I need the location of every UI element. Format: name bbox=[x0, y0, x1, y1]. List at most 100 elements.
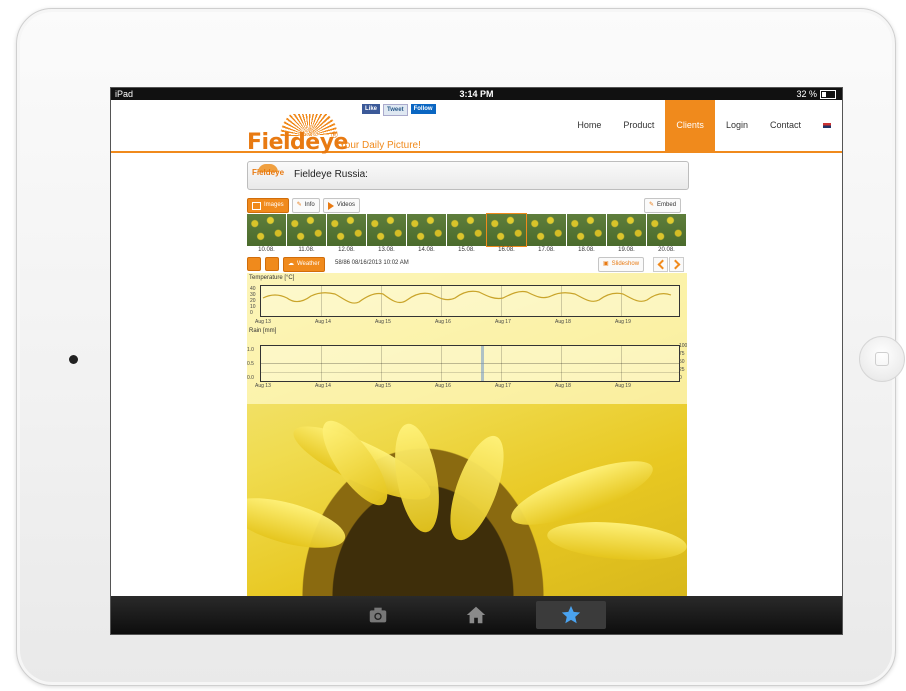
home-button[interactable] bbox=[859, 336, 905, 382]
weather-button[interactable]: ☁ Weather bbox=[283, 257, 325, 272]
rain-y-tick: 1.0 bbox=[247, 347, 254, 353]
app-tab-bar bbox=[111, 596, 842, 634]
rain-bar bbox=[481, 346, 484, 381]
page-title: Fieldeye Russia: bbox=[294, 169, 368, 180]
thumbnail[interactable] bbox=[367, 214, 406, 246]
thumbnail-dates: 10.08. 11.08. 12.08. 13.08. 14.08. 15.08… bbox=[247, 247, 686, 253]
images-icon bbox=[252, 201, 261, 210]
temp-x-tick: Aug 13 bbox=[255, 319, 271, 325]
temp-x-tick: Aug 14 bbox=[315, 319, 331, 325]
tab-images[interactable]: Images bbox=[247, 198, 289, 213]
slideshow-button[interactable]: ▣ Slideshow bbox=[598, 257, 645, 272]
nav-clients[interactable]: Clients bbox=[665, 100, 715, 151]
battery-icon bbox=[820, 89, 836, 99]
tab-home[interactable] bbox=[441, 601, 511, 629]
thumbnail[interactable] bbox=[647, 214, 686, 246]
rain-y2-tick: 100 bbox=[679, 343, 687, 349]
viewer-toolbar: ☁ Weather 58/86 08/16/2013 10:02 AM ▣ Slid… bbox=[247, 256, 687, 272]
rain-x-tick: Aug 17 bbox=[495, 383, 511, 389]
temp-x-tick: Aug 17 bbox=[495, 319, 511, 325]
rain-plot bbox=[260, 345, 680, 382]
thumbnail-date: 20.08. bbox=[658, 247, 675, 253]
thumbnail[interactable] bbox=[567, 214, 606, 246]
fullscreen-icon[interactable] bbox=[247, 257, 261, 271]
rain-y-tick: 0.5 bbox=[247, 361, 254, 367]
tab-camera[interactable] bbox=[343, 601, 413, 629]
status-time: 3:14 PM bbox=[459, 89, 494, 99]
tagline: Your Daily Picture! bbox=[339, 140, 421, 151]
rain-x-tick: Aug 18 bbox=[555, 383, 571, 389]
embed-icon: ✎ bbox=[649, 202, 655, 208]
thumbnail[interactable] bbox=[527, 214, 566, 246]
nav-login[interactable]: Login bbox=[715, 100, 759, 151]
site-header: Fieldeye ® Your Daily Picture! Like Twee… bbox=[111, 100, 842, 155]
rain-label: Rain [mm] bbox=[249, 328, 277, 334]
temp-x-tick: Aug 15 bbox=[375, 319, 391, 325]
thumbnail[interactable] bbox=[407, 214, 446, 246]
embed-button[interactable]: ✎ Embed bbox=[644, 198, 682, 213]
rain-x-tick: Aug 19 bbox=[615, 383, 631, 389]
thumbnail[interactable] bbox=[607, 214, 646, 246]
thumbnail-date: 15.08. bbox=[458, 247, 475, 253]
weather-icon: ☁ bbox=[288, 261, 294, 267]
rain-x-tick: Aug 16 bbox=[435, 383, 451, 389]
thumbnail[interactable] bbox=[327, 214, 366, 246]
zoom-icon[interactable] bbox=[265, 257, 279, 271]
rain-y-tick: 0.0 bbox=[247, 375, 254, 381]
thumbnail[interactable] bbox=[247, 214, 286, 246]
thumbnail-selected[interactable] bbox=[486, 213, 527, 247]
rain-x-tick: Aug 13 bbox=[255, 383, 271, 389]
tab-videos[interactable]: Videos bbox=[322, 198, 360, 213]
temperature-label: Temperature [°C] bbox=[249, 275, 295, 281]
nav-product[interactable]: Product bbox=[612, 100, 665, 151]
rain-x-tick: Aug 14 bbox=[315, 383, 331, 389]
thumbnail-date: 17.08. bbox=[538, 247, 555, 253]
rain-y2-tick: 50 bbox=[679, 359, 685, 365]
rain-y2-tick: 0 bbox=[679, 375, 682, 381]
sunflower-photo: Temperature [°C] 40 30 20 10 0 Aug 13 Au… bbox=[247, 273, 687, 596]
weather-charts: Temperature [°C] 40 30 20 10 0 Aug 13 Au… bbox=[247, 273, 687, 404]
star-icon bbox=[561, 605, 581, 624]
nav-home[interactable]: Home bbox=[566, 100, 612, 151]
ipad-screen: iPad 3:14 PM 32 % Fieldeye ® Your Daily … bbox=[110, 87, 843, 635]
temp-y-tick: 0 bbox=[250, 310, 253, 316]
slideshow-icon: ▣ bbox=[603, 261, 609, 267]
tab-info[interactable]: ✎ Info bbox=[291, 198, 320, 213]
status-bar: iPad 3:14 PM 32 % bbox=[111, 88, 842, 100]
rain-y2-tick: 25 bbox=[679, 367, 685, 373]
temperature-plot bbox=[260, 285, 680, 317]
thumbnail[interactable] bbox=[287, 214, 326, 246]
social-buttons: Like Tweet Follow bbox=[362, 104, 436, 116]
mini-logo: Fieldeye bbox=[252, 168, 285, 177]
image-status: 58/86 08/16/2013 10:02 AM bbox=[335, 260, 409, 266]
linkedin-follow-button[interactable]: Follow bbox=[410, 104, 436, 114]
thumbnail[interactable] bbox=[447, 214, 486, 246]
home-icon bbox=[466, 606, 486, 624]
client-title-box: Fieldeye Fieldeye Russia: bbox=[247, 161, 689, 190]
rain-x-tick: Aug 15 bbox=[375, 383, 391, 389]
camera-icon bbox=[369, 607, 387, 623]
temp-x-tick: Aug 16 bbox=[435, 319, 451, 325]
front-camera bbox=[69, 355, 78, 364]
info-icon: ✎ bbox=[296, 202, 302, 208]
thumbnail-date: 19.08. bbox=[618, 247, 635, 253]
facebook-like-button[interactable]: Like bbox=[362, 104, 381, 114]
nav-language[interactable] bbox=[812, 100, 842, 151]
thumbnail-strip bbox=[247, 213, 686, 247]
tab-favorites[interactable] bbox=[536, 601, 606, 629]
temp-x-tick: Aug 18 bbox=[555, 319, 571, 325]
temp-x-tick: Aug 19 bbox=[615, 319, 631, 325]
thumbnail-date: 11.08. bbox=[298, 247, 315, 253]
uk-flag-icon bbox=[823, 123, 831, 129]
thumbnail-date: 10.08. bbox=[258, 247, 275, 253]
previous-arrow-icon[interactable] bbox=[653, 257, 668, 272]
thumbnail-date: 14.08. bbox=[418, 247, 435, 253]
ipad-frame: iPad 3:14 PM 32 % Fieldeye ® Your Daily … bbox=[16, 8, 905, 686]
nav-contact[interactable]: Contact bbox=[759, 100, 812, 151]
next-arrow-icon[interactable] bbox=[669, 257, 684, 272]
thumbnail-date: 16.08. bbox=[498, 247, 515, 253]
tweet-button[interactable]: Tweet bbox=[383, 104, 408, 116]
rain-y2-tick: 75 bbox=[679, 351, 685, 357]
temperature-line bbox=[262, 290, 672, 304]
battery-percent: 32 % bbox=[796, 89, 817, 99]
